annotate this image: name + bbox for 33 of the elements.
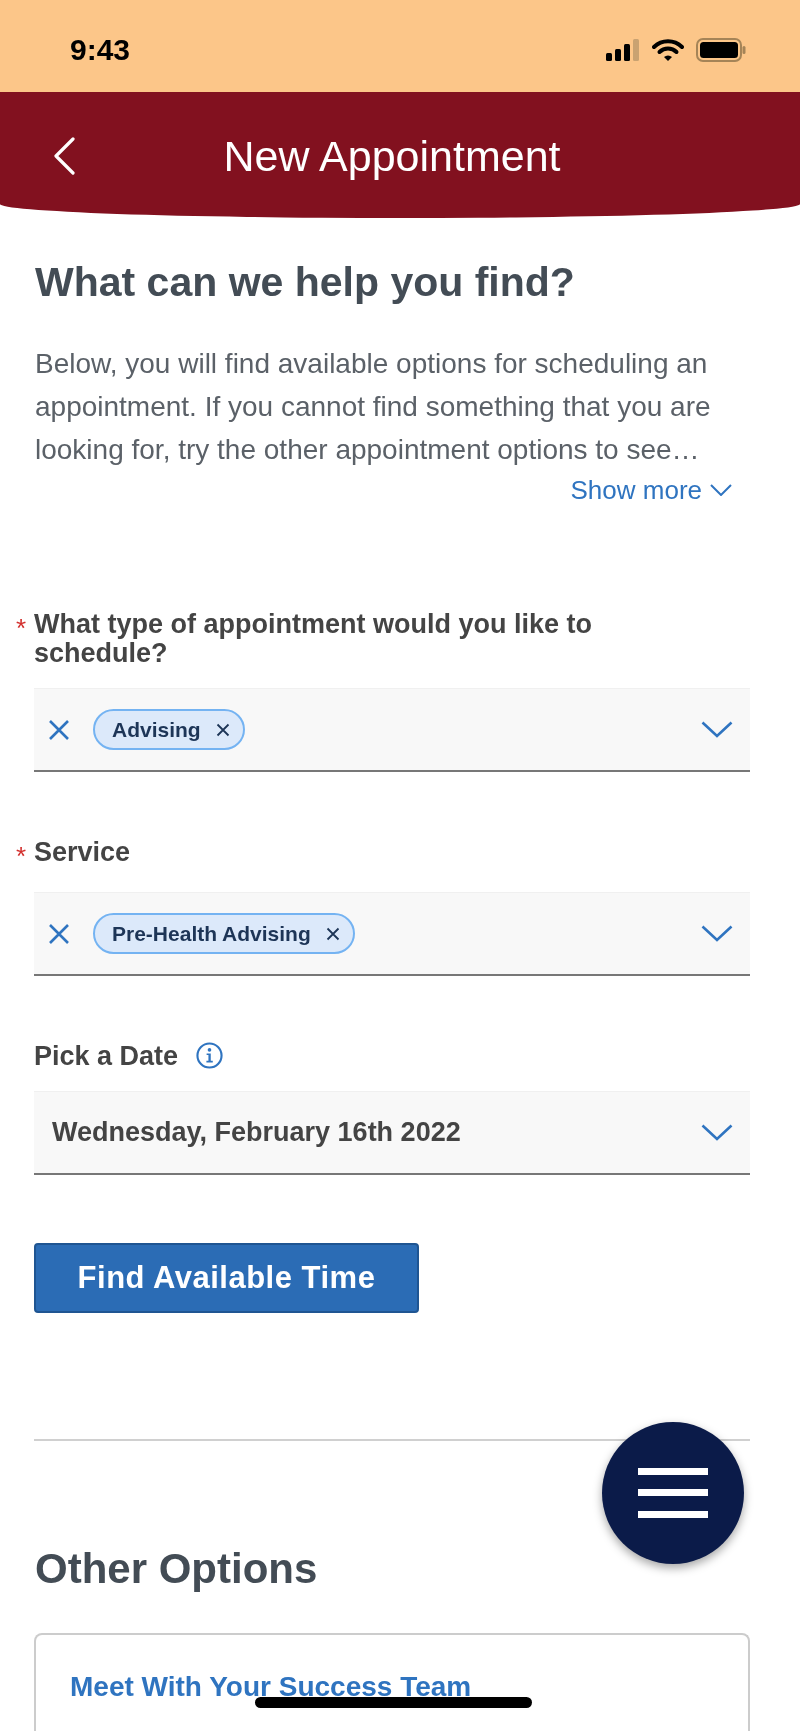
chevron-down-icon (710, 484, 732, 496)
back-button[interactable] (53, 137, 75, 175)
wifi-icon (652, 38, 684, 62)
battery-icon (696, 38, 746, 62)
field-label: Pick a Date (34, 1042, 179, 1071)
show-more-link[interactable]: Show more (570, 475, 732, 505)
remove-icon[interactable] (325, 926, 340, 941)
required-mark: * (16, 612, 28, 644)
field-label: Service (34, 838, 131, 867)
intro-paragraph: Below, you will find available options for scheduling an appointment. If you cannot find something that you are looking for, try the other appointment options to see… (35, 347, 712, 467)
multiselect-field[interactable]: Advising (34, 688, 750, 772)
chevron-down-icon (701, 925, 733, 942)
info-icon[interactable] (196, 1042, 224, 1069)
field-label: What type of appointment would you like to schedule? (34, 610, 593, 668)
signal-icon (606, 39, 640, 61)
option-label: Pre-Health Advising (112, 921, 311, 946)
menu-icon (638, 1468, 708, 1518)
clear-icon[interactable] (48, 922, 70, 945)
option-label: Advising (112, 717, 201, 742)
chevron-left-icon (53, 137, 75, 175)
multiselect-field[interactable]: Pre-Health Advising (34, 892, 750, 976)
date-select-field[interactable]: Wednesday, February 16th 2022 (34, 1091, 750, 1175)
clear-icon[interactable] (48, 718, 70, 741)
chevron-down-icon (701, 721, 733, 738)
menu-button[interactable] (602, 1422, 744, 1564)
find-time-button[interactable]: Find Available Time (34, 1243, 419, 1313)
status-time: 9:43 (70, 33, 131, 67)
remove-icon[interactable] (215, 722, 230, 737)
section-heading: What can we help you find? (35, 258, 576, 306)
required-mark: * (16, 840, 28, 872)
section-heading: Other Options (35, 1544, 319, 1594)
chevron-down-icon (701, 1124, 733, 1141)
page-title: New Appointment (223, 131, 561, 182)
